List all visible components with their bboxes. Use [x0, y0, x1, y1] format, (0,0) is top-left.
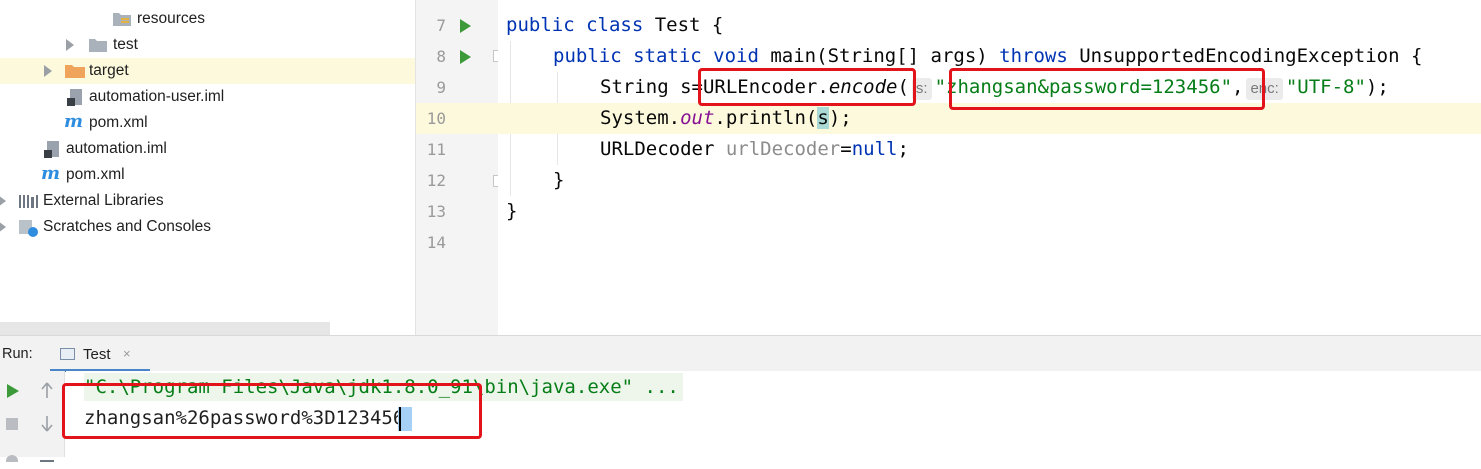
- gutter-row: 13: [416, 196, 499, 227]
- tree-item-label: resources: [137, 10, 206, 27]
- tree-item-label: pom.xml: [66, 166, 125, 183]
- chevron-right-icon[interactable]: [66, 39, 74, 51]
- method-name: main: [770, 45, 817, 67]
- run-toolbar: Run: Test ×: [0, 335, 1481, 372]
- gutter-row: 14: [416, 227, 499, 258]
- keyword: public static void: [553, 45, 759, 67]
- code-text: String: [600, 76, 681, 98]
- code-line-7: public class Test {: [498, 10, 1481, 41]
- code-text: ;: [897, 138, 909, 160]
- scroll-up-icon[interactable]: [40, 381, 54, 404]
- unused-variable: urlDecoder: [725, 138, 841, 160]
- string-literal: "UTF-8": [1285, 76, 1366, 98]
- libraries-icon: [18, 192, 40, 215]
- code-text: .println(: [714, 107, 818, 129]
- gutter-row: 9: [416, 72, 499, 103]
- code-text: );: [1365, 76, 1389, 98]
- tree-item-scratches[interactable]: Scratches and Consoles: [0, 214, 415, 240]
- code-text: (String[] args): [816, 45, 1000, 67]
- gutter-row: 10: [416, 103, 499, 134]
- tab-test[interactable]: Test ×: [50, 336, 150, 372]
- gutter-row: 11: [416, 134, 499, 165]
- scratches-icon: [18, 218, 40, 243]
- maven-icon: m: [41, 163, 61, 184]
- tab-label: Test: [83, 346, 111, 363]
- line-number: 10: [426, 109, 446, 128]
- code-text: }: [506, 200, 518, 222]
- line-number: 9: [436, 78, 446, 97]
- tree-item-resources[interactable]: resources: [0, 6, 415, 32]
- tree-item-automation-iml[interactable]: automation.iml: [0, 136, 415, 162]
- soft-wrap-icon[interactable]: [40, 451, 54, 469]
- line-number: 7: [436, 16, 446, 35]
- tree-item-label: automation.iml: [66, 140, 167, 157]
- editor-gutter: 7 8 9 10 11 12 13 14: [415, 0, 505, 335]
- close-icon[interactable]: ×: [123, 346, 131, 361]
- tree-item-target[interactable]: target: [0, 58, 415, 84]
- gutter-row: 12: [416, 165, 505, 196]
- chevron-right-icon[interactable]: [0, 195, 6, 207]
- tree-item-label: External Libraries: [43, 192, 164, 209]
- line-number: 8: [436, 47, 446, 66]
- variable: s: [680, 76, 692, 98]
- settings-icon[interactable]: [5, 449, 19, 467]
- tree-item-test[interactable]: test: [0, 32, 415, 58]
- code-text: URLDecoder: [600, 138, 726, 160]
- tree-item-external-libraries[interactable]: External Libraries: [0, 188, 415, 214]
- chevron-right-icon[interactable]: [0, 221, 6, 233]
- annotation-box-input-string: [949, 68, 1265, 110]
- run-side-toolbar: [0, 371, 65, 467]
- code-text: Test {: [643, 14, 724, 36]
- gutter-row: 7: [416, 10, 499, 41]
- line-number: 13: [426, 202, 446, 221]
- line-number: 14: [426, 233, 446, 252]
- resources-folder-icon: [112, 10, 132, 33]
- gutter-row: 8: [416, 41, 505, 72]
- tree-item-root-pom-xml[interactable]: m pom.xml: [0, 162, 415, 188]
- code-text: =: [840, 138, 852, 160]
- tree-horizontal-scrollbar[interactable]: [0, 322, 330, 335]
- keyword: throws: [999, 45, 1068, 67]
- tree-item-pom-xml[interactable]: m pom.xml: [0, 110, 415, 136]
- folder-icon: [88, 36, 108, 59]
- highlighted-identifier: s: [817, 107, 829, 129]
- line-number: 12: [426, 171, 446, 190]
- tree-item-label: automation-user.iml: [89, 88, 225, 105]
- maven-icon: m: [64, 111, 84, 132]
- orange-folder-icon: [64, 62, 86, 85]
- project-tree: resources test target automation-user.im…: [0, 0, 415, 335]
- chevron-right-icon[interactable]: [44, 65, 52, 77]
- run-label: Run:: [2, 346, 33, 362]
- code-text: );: [828, 107, 852, 129]
- tree-item-label: target: [89, 62, 129, 79]
- scroll-down-icon[interactable]: [40, 415, 54, 438]
- tree-item-label: test: [113, 36, 138, 53]
- run-class-icon[interactable]: [460, 19, 471, 33]
- code-line-13: }: [498, 196, 1481, 227]
- tree-item-label: Scratches and Consoles: [43, 218, 212, 235]
- rerun-icon[interactable]: [6, 383, 20, 404]
- code-editor[interactable]: public class Test { public static void m…: [498, 0, 1481, 335]
- static-field: out: [680, 107, 715, 129]
- keyword: public class: [506, 14, 644, 36]
- tree-item-label: pom.xml: [89, 114, 148, 131]
- code-text: UnsupportedEncodingException {: [1067, 45, 1423, 67]
- tree-item-automation-user-iml[interactable]: automation-user.iml: [0, 84, 415, 110]
- console-output[interactable]: "C:\Program Files\Java\jdk1.8.0_91\bin\j…: [62, 371, 1481, 457]
- annotation-box-urlencoder: [698, 68, 916, 106]
- code-line-12: }: [498, 165, 1481, 196]
- line-number: 11: [426, 140, 446, 159]
- code-text: }: [553, 169, 565, 191]
- code-line-11: URLDecoder urlDecoder=null;: [498, 134, 1481, 165]
- annotation-box-output: [62, 383, 482, 439]
- keyword: null: [851, 138, 898, 160]
- code-text: System.: [600, 107, 681, 129]
- console-tab-icon: [60, 348, 75, 360]
- stop-icon[interactable]: [5, 417, 19, 436]
- run-main-icon[interactable]: [460, 50, 471, 64]
